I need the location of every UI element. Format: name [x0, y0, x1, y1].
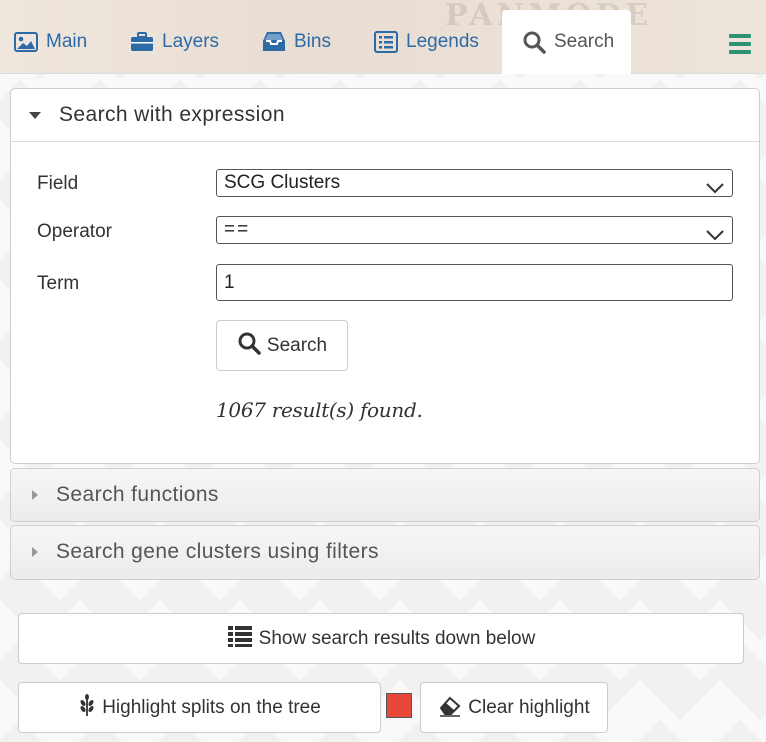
- search-button[interactable]: Search: [216, 320, 348, 371]
- highlight-splits-button[interactable]: Highlight splits on the tree: [18, 682, 381, 733]
- search-gene-clusters-panel[interactable]: Search gene clusters using filters: [10, 525, 760, 580]
- tab-label: Bins: [294, 31, 331, 52]
- hamburger-menu-icon[interactable]: [729, 34, 751, 54]
- term-label: Term: [37, 273, 80, 294]
- field-select[interactable]: SCG Clusters: [216, 169, 733, 197]
- list-icon: [227, 625, 253, 653]
- tab-label: Main: [46, 31, 88, 52]
- panel-title: Search with expression: [59, 103, 285, 126]
- panel-title: Search functions: [56, 483, 219, 506]
- tab-label: Legends: [406, 31, 479, 52]
- briefcase-icon: [130, 32, 154, 52]
- tab-bins[interactable]: Bins: [250, 10, 343, 74]
- caret-right-icon: [32, 547, 38, 557]
- tab-layers[interactable]: Layers: [118, 10, 231, 74]
- search-functions-panel[interactable]: Search functions: [10, 468, 760, 522]
- list-alt-icon: [374, 31, 398, 53]
- search-gene-clusters-header[interactable]: Search gene clusters using filters: [11, 526, 759, 578]
- eraser-icon: [438, 693, 462, 723]
- tab-legends[interactable]: Legends: [362, 10, 491, 74]
- field-select-value: SCG Clusters: [224, 172, 341, 193]
- tab-label: Layers: [162, 31, 220, 52]
- clear-highlight-label: Clear highlight: [468, 696, 590, 718]
- show-results-button[interactable]: Show search results down below: [18, 613, 744, 664]
- operator-label: Operator: [37, 221, 112, 242]
- search-expression-body: Field SCG Clusters Operator == Term 1 Se…: [11, 141, 759, 463]
- highlight-splits-label: Highlight splits on the tree: [102, 696, 321, 718]
- field-label: Field: [37, 173, 79, 194]
- search-expression-panel: Search with expression Field SCG Cluster…: [10, 88, 760, 464]
- tab-label: Search: [554, 31, 615, 52]
- highlight-color-picker[interactable]: [386, 693, 412, 718]
- chevron-down-icon: [706, 223, 724, 249]
- inbox-icon: [262, 31, 286, 53]
- clear-highlight-button[interactable]: Clear highlight: [420, 682, 608, 733]
- tab-main[interactable]: Main: [2, 10, 99, 74]
- image-icon: [14, 32, 38, 52]
- search-icon: [237, 331, 261, 361]
- caret-down-icon: [29, 111, 41, 119]
- operator-select-value: ==: [224, 219, 251, 240]
- search-result-count: 1067 result(s) found.: [216, 398, 423, 422]
- search-button-label: Search: [266, 334, 328, 356]
- panel-title: Search gene clusters using filters: [56, 540, 379, 563]
- chevron-down-icon: [706, 176, 724, 202]
- search-expression-header[interactable]: Search with expression: [11, 89, 759, 141]
- caret-right-icon: [32, 490, 38, 500]
- show-results-label: Show search results down below: [258, 627, 536, 649]
- grain-icon: [78, 693, 96, 723]
- operator-select[interactable]: ==: [216, 216, 733, 244]
- search-functions-header[interactable]: Search functions: [11, 469, 759, 521]
- search-icon: [522, 30, 546, 54]
- term-input[interactable]: 1: [216, 264, 733, 301]
- tab-search[interactable]: Search: [502, 10, 631, 74]
- top-navigation: PANMODE Main Layers Bins Legends Search: [0, 0, 766, 74]
